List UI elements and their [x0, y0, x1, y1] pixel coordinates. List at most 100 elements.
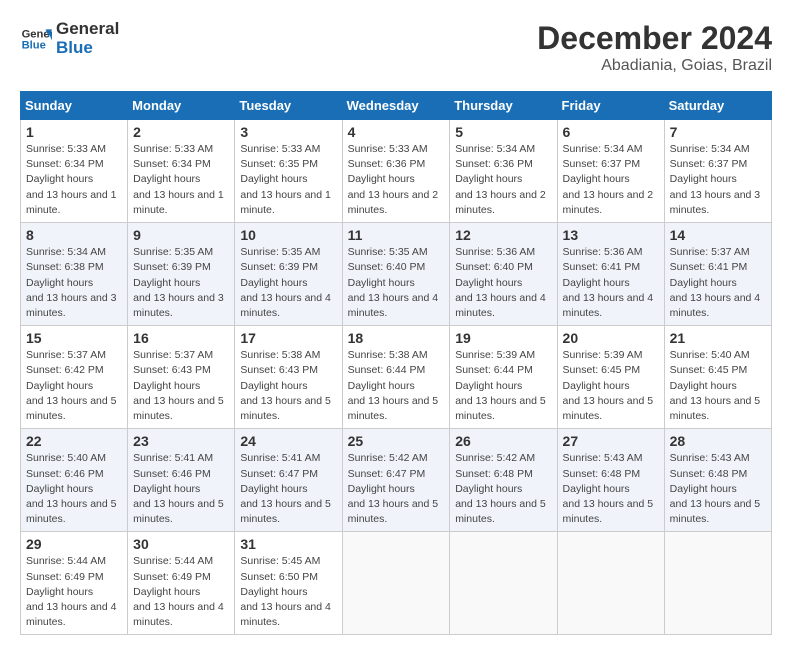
- sunset-label: Sunset: 6:34 PM: [133, 158, 211, 170]
- sunrise-label: Sunrise: 5:34 AM: [26, 246, 106, 258]
- col-header-saturday: Saturday: [664, 92, 771, 120]
- day-cell-15: 15 Sunrise: 5:37 AM Sunset: 6:42 PM Dayl…: [21, 326, 128, 429]
- sunrise-label: Sunrise: 5:36 AM: [563, 246, 643, 258]
- sunset-label: Sunset: 6:34 PM: [26, 158, 104, 170]
- day-info: Sunrise: 5:44 AM Sunset: 6:49 PM Dayligh…: [133, 554, 229, 630]
- empty-cell: [664, 532, 771, 635]
- daylight-value: and 13 hours and 5 minutes.: [26, 395, 117, 422]
- daylight-value: and 13 hours and 2 minutes.: [455, 189, 546, 216]
- sunrise-label: Sunrise: 5:37 AM: [26, 349, 106, 361]
- daylight-label: Daylight hours: [240, 173, 307, 185]
- sunrise-label: Sunrise: 5:42 AM: [455, 452, 535, 464]
- sunset-label: Sunset: 6:48 PM: [455, 468, 533, 480]
- day-cell-5: 5 Sunrise: 5:34 AM Sunset: 6:36 PM Dayli…: [450, 120, 557, 223]
- sunrise-label: Sunrise: 5:33 AM: [26, 143, 106, 155]
- daylight-value: and 13 hours and 3 minutes.: [26, 292, 117, 319]
- day-number: 13: [563, 227, 659, 243]
- day-cell-4: 4 Sunrise: 5:33 AM Sunset: 6:36 PM Dayli…: [342, 120, 450, 223]
- sunrise-label: Sunrise: 5:40 AM: [670, 349, 750, 361]
- day-number: 19: [455, 330, 551, 346]
- day-number: 24: [240, 433, 336, 449]
- day-info: Sunrise: 5:39 AM Sunset: 6:44 PM Dayligh…: [455, 348, 551, 424]
- day-number: 6: [563, 124, 659, 140]
- logo-blue: Blue: [56, 39, 119, 58]
- week-row-1: 1 Sunrise: 5:33 AM Sunset: 6:34 PM Dayli…: [21, 120, 772, 223]
- month-title: December 2024: [537, 20, 772, 57]
- day-number: 25: [348, 433, 445, 449]
- day-info: Sunrise: 5:35 AM Sunset: 6:39 PM Dayligh…: [240, 245, 336, 321]
- day-info: Sunrise: 5:37 AM Sunset: 6:41 PM Dayligh…: [670, 245, 766, 321]
- day-info: Sunrise: 5:36 AM Sunset: 6:40 PM Dayligh…: [455, 245, 551, 321]
- sunrise-label: Sunrise: 5:44 AM: [26, 555, 106, 567]
- day-info: Sunrise: 5:41 AM Sunset: 6:46 PM Dayligh…: [133, 451, 229, 527]
- sunset-label: Sunset: 6:44 PM: [348, 364, 426, 376]
- day-number: 28: [670, 433, 766, 449]
- sunset-label: Sunset: 6:50 PM: [240, 571, 318, 583]
- day-number: 30: [133, 536, 229, 552]
- day-number: 17: [240, 330, 336, 346]
- sunrise-label: Sunrise: 5:35 AM: [348, 246, 428, 258]
- day-cell-2: 2 Sunrise: 5:33 AM Sunset: 6:34 PM Dayli…: [128, 120, 235, 223]
- daylight-label: Daylight hours: [26, 483, 93, 495]
- daylight-label: Daylight hours: [26, 277, 93, 289]
- logo: General Blue General Blue: [20, 20, 119, 57]
- sunrise-label: Sunrise: 5:37 AM: [133, 349, 213, 361]
- day-number: 26: [455, 433, 551, 449]
- daylight-value: and 13 hours and 5 minutes.: [348, 395, 439, 422]
- day-cell-22: 22 Sunrise: 5:40 AM Sunset: 6:46 PM Dayl…: [21, 429, 128, 532]
- day-cell-6: 6 Sunrise: 5:34 AM Sunset: 6:37 PM Dayli…: [557, 120, 664, 223]
- daylight-value: and 13 hours and 2 minutes.: [348, 189, 439, 216]
- day-cell-21: 21 Sunrise: 5:40 AM Sunset: 6:45 PM Dayl…: [664, 326, 771, 429]
- sunrise-label: Sunrise: 5:45 AM: [240, 555, 320, 567]
- empty-cell: [557, 532, 664, 635]
- logo-icon: General Blue: [20, 23, 52, 55]
- daylight-label: Daylight hours: [348, 277, 415, 289]
- daylight-label: Daylight hours: [563, 277, 630, 289]
- location: Abadiania, Goias, Brazil: [537, 57, 772, 75]
- svg-text:Blue: Blue: [22, 39, 46, 51]
- sunrise-label: Sunrise: 5:34 AM: [455, 143, 535, 155]
- sunrise-label: Sunrise: 5:41 AM: [240, 452, 320, 464]
- daylight-value: and 13 hours and 4 minutes.: [133, 601, 224, 628]
- day-cell-3: 3 Sunrise: 5:33 AM Sunset: 6:35 PM Dayli…: [235, 120, 342, 223]
- day-info: Sunrise: 5:33 AM Sunset: 6:34 PM Dayligh…: [26, 142, 122, 218]
- sunrise-label: Sunrise: 5:38 AM: [348, 349, 428, 361]
- day-info: Sunrise: 5:33 AM Sunset: 6:35 PM Dayligh…: [240, 142, 336, 218]
- day-info: Sunrise: 5:40 AM Sunset: 6:46 PM Dayligh…: [26, 451, 122, 527]
- day-info: Sunrise: 5:37 AM Sunset: 6:43 PM Dayligh…: [133, 348, 229, 424]
- week-row-2: 8 Sunrise: 5:34 AM Sunset: 6:38 PM Dayli…: [21, 223, 772, 326]
- col-header-thursday: Thursday: [450, 92, 557, 120]
- day-info: Sunrise: 5:36 AM Sunset: 6:41 PM Dayligh…: [563, 245, 659, 321]
- daylight-label: Daylight hours: [348, 173, 415, 185]
- day-cell-31: 31 Sunrise: 5:45 AM Sunset: 6:50 PM Dayl…: [235, 532, 342, 635]
- daylight-value: and 13 hours and 1 minute.: [133, 189, 224, 216]
- sunset-label: Sunset: 6:43 PM: [240, 364, 318, 376]
- sunset-label: Sunset: 6:38 PM: [26, 261, 104, 273]
- day-info: Sunrise: 5:33 AM Sunset: 6:34 PM Dayligh…: [133, 142, 229, 218]
- day-cell-12: 12 Sunrise: 5:36 AM Sunset: 6:40 PM Dayl…: [450, 223, 557, 326]
- daylight-label: Daylight hours: [240, 277, 307, 289]
- sunrise-label: Sunrise: 5:34 AM: [670, 143, 750, 155]
- day-number: 14: [670, 227, 766, 243]
- day-number: 21: [670, 330, 766, 346]
- daylight-value: and 13 hours and 2 minutes.: [563, 189, 654, 216]
- sunset-label: Sunset: 6:49 PM: [26, 571, 104, 583]
- day-cell-25: 25 Sunrise: 5:42 AM Sunset: 6:47 PM Dayl…: [342, 429, 450, 532]
- sunset-label: Sunset: 6:42 PM: [26, 364, 104, 376]
- daylight-value: and 13 hours and 5 minutes.: [670, 498, 761, 525]
- day-info: Sunrise: 5:41 AM Sunset: 6:47 PM Dayligh…: [240, 451, 336, 527]
- daylight-value: and 13 hours and 5 minutes.: [670, 395, 761, 422]
- day-cell-29: 29 Sunrise: 5:44 AM Sunset: 6:49 PM Dayl…: [21, 532, 128, 635]
- day-cell-17: 17 Sunrise: 5:38 AM Sunset: 6:43 PM Dayl…: [235, 326, 342, 429]
- day-info: Sunrise: 5:43 AM Sunset: 6:48 PM Dayligh…: [670, 451, 766, 527]
- day-cell-27: 27 Sunrise: 5:43 AM Sunset: 6:48 PM Dayl…: [557, 429, 664, 532]
- week-row-3: 15 Sunrise: 5:37 AM Sunset: 6:42 PM Dayl…: [21, 326, 772, 429]
- day-number: 8: [26, 227, 122, 243]
- day-number: 7: [670, 124, 766, 140]
- day-cell-26: 26 Sunrise: 5:42 AM Sunset: 6:48 PM Dayl…: [450, 429, 557, 532]
- sunrise-label: Sunrise: 5:43 AM: [563, 452, 643, 464]
- daylight-value: and 13 hours and 5 minutes.: [563, 395, 654, 422]
- daylight-value: and 13 hours and 4 minutes.: [455, 292, 546, 319]
- day-cell-24: 24 Sunrise: 5:41 AM Sunset: 6:47 PM Dayl…: [235, 429, 342, 532]
- day-cell-7: 7 Sunrise: 5:34 AM Sunset: 6:37 PM Dayli…: [664, 120, 771, 223]
